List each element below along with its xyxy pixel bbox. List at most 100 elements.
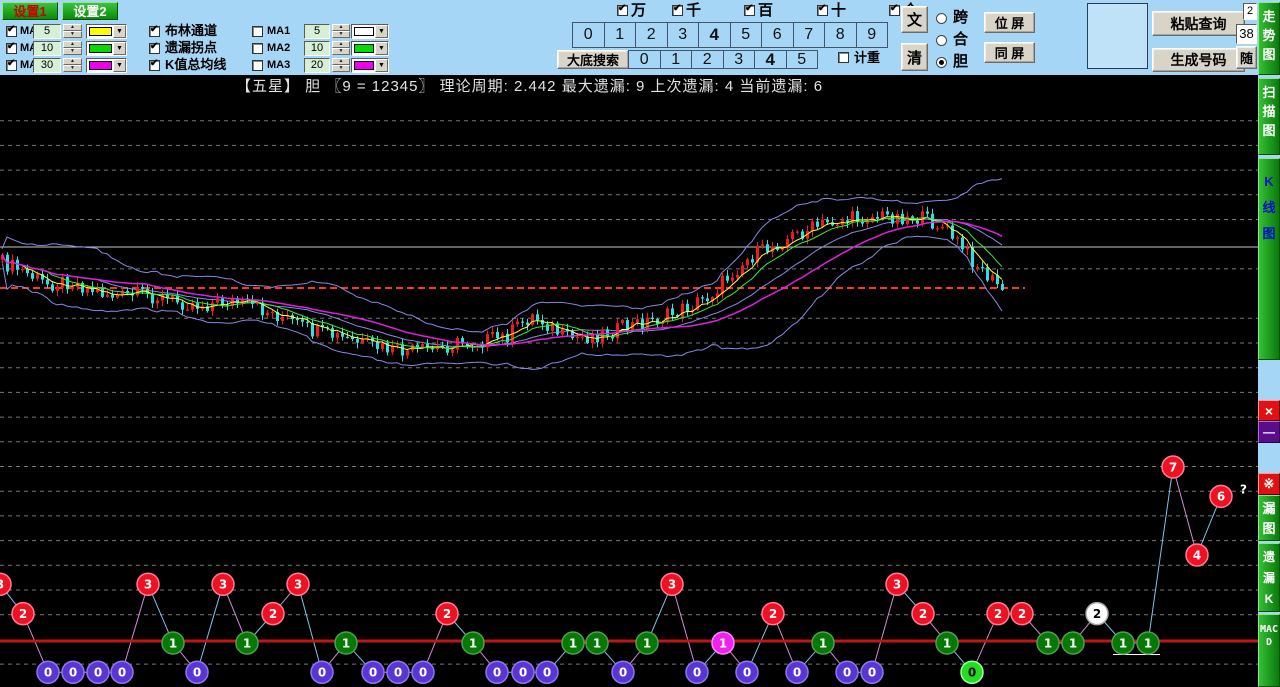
check-icon: ✔	[618, 3, 626, 14]
ma2set-ma1-spinner-up-icon[interactable]: ▲	[332, 24, 350, 31]
miss-point-value: 3	[0, 578, 4, 592]
ma1set-ma3-spinner-up-icon[interactable]: ▲	[63, 58, 82, 65]
position-screen-button[interactable]: 位 屏	[984, 12, 1035, 33]
digit-btn-1[interactable]: 1	[604, 22, 637, 48]
ma2set-ma2-spinner-down-icon[interactable]: ▼	[332, 48, 350, 55]
tab-macd[interactable]: MACD	[1258, 614, 1280, 687]
dropdown-arrow-icon[interactable]: ▼	[375, 59, 388, 72]
candle-body	[681, 304, 684, 317]
digit-pos-checkbox-2[interactable]: ✔	[744, 5, 755, 16]
ma2set-ma3-checkbox[interactable]	[252, 60, 263, 71]
paste-query-button[interactable]: 粘贴查询	[1152, 11, 1245, 36]
ma2set-ma3-value[interactable]: 20	[304, 58, 330, 73]
dropdown-arrow-icon[interactable]: ▼	[113, 25, 126, 38]
ma1set-ma1-spinner-down-icon[interactable]: ▼	[63, 31, 82, 38]
tab-settings1[interactable]: 设置1	[2, 2, 58, 20]
overlay-label-0: 布林通道	[165, 24, 217, 38]
ma2set-ma2-value[interactable]: 10	[304, 41, 330, 56]
tab-miss-k[interactable]: 遗漏K	[1258, 543, 1280, 612]
tab-settings2[interactable]: 设置2	[62, 2, 118, 20]
candle-body	[916, 221, 919, 224]
ma1set-ma1-spinner-up-icon[interactable]: ▲	[63, 24, 82, 31]
ma2set-ma1-color[interactable]: ▼	[351, 24, 389, 39]
ma2set-ma1-value[interactable]: 5	[304, 24, 330, 39]
overlay-checkbox-1[interactable]: ✔	[149, 43, 160, 54]
dropdown-arrow-icon[interactable]: ▼	[375, 25, 388, 38]
dropdown-arrow-icon[interactable]: ▼	[113, 42, 126, 55]
digit2-btn-2[interactable]: 2	[691, 50, 724, 69]
ma2set-ma3-color[interactable]: ▼	[351, 58, 389, 73]
candle-body	[821, 220, 824, 227]
digit-btn-9[interactable]: 9	[856, 22, 889, 48]
ma2set-ma3-spinner-down-icon[interactable]: ▼	[332, 65, 350, 72]
digit2-btn-1[interactable]: 1	[660, 50, 693, 69]
ma1set-ma3-spinner-down-icon[interactable]: ▼	[63, 65, 82, 72]
ma2set-ma1-spinner-down-icon[interactable]: ▼	[332, 31, 350, 38]
miss-segment	[672, 584, 697, 672]
ma1set-ma3-value[interactable]: 30	[33, 58, 61, 73]
tab-kline-chart[interactable]: K线图	[1258, 158, 1280, 360]
ma1set-ma2-value[interactable]: 10	[33, 41, 61, 56]
ma1set-ma2-checkbox[interactable]: ✔	[6, 43, 17, 54]
ma1set-ma1-checkbox[interactable]: ✔	[6, 26, 17, 37]
digit-btn-2[interactable]: 2	[635, 22, 668, 48]
ma2set-ma2-color[interactable]: ▼	[351, 41, 389, 56]
base-search-button[interactable]: 大底搜索	[557, 50, 629, 69]
close-icon[interactable]: ×	[1258, 400, 1280, 421]
ma1set-ma2-spinner-up-icon[interactable]: ▲	[63, 41, 82, 48]
candle-body	[271, 312, 274, 313]
minimize-icon[interactable]: —	[1258, 421, 1280, 443]
text-mode-button[interactable]: 文	[901, 6, 928, 33]
digit-pos-checkbox-0[interactable]: ✔	[617, 5, 628, 16]
digit-btn-0[interactable]: 0	[572, 22, 605, 48]
ma2set-ma1-checkbox[interactable]	[252, 26, 263, 37]
dropdown-arrow-icon[interactable]: ▼	[113, 59, 126, 72]
digit-btn-6[interactable]: 6	[761, 22, 794, 48]
candle-body	[491, 332, 494, 334]
candle-body	[411, 345, 414, 351]
generate-numbers-button[interactable]: 生成号码	[1152, 48, 1245, 72]
overlay-row: ✔K值总均线	[148, 58, 248, 73]
count-field[interactable]: 2	[1243, 3, 1257, 20]
tab-miss-map[interactable]: 漏图	[1258, 495, 1280, 541]
digit2-btn-3[interactable]: 3	[723, 50, 756, 69]
candle-body	[791, 232, 794, 239]
digit2-btn-4[interactable]: 4	[754, 50, 787, 69]
star-icon[interactable]: ※	[1258, 473, 1280, 495]
ma1set-ma1-value[interactable]: 5	[33, 24, 61, 39]
digit-btn-3[interactable]: 3	[667, 22, 700, 48]
candle-body	[826, 220, 829, 223]
random-button[interactable]: 随	[1236, 46, 1257, 69]
ma1set-ma3-color[interactable]: ▼	[86, 58, 127, 73]
period-field[interactable]: 38	[1236, 24, 1257, 44]
digit-pos-checkbox-1[interactable]: ✔	[672, 5, 683, 16]
digit2-btn-0[interactable]: 0	[628, 50, 661, 69]
digit-btn-7[interactable]: 7	[793, 22, 826, 48]
radio-0[interactable]	[936, 13, 947, 24]
digit2-btn-5[interactable]: 5	[786, 50, 819, 69]
ma2set-ma2-checkbox[interactable]	[252, 43, 263, 54]
candle-body	[181, 302, 184, 309]
clear-button[interactable]: 清	[901, 43, 928, 71]
ma1set-ma2-spinner-down-icon[interactable]: ▼	[63, 48, 82, 55]
radio-2[interactable]	[936, 57, 947, 68]
tab-scan-chart[interactable]: 扫描图	[1258, 78, 1280, 155]
ma1set-ma2-color[interactable]: ▼	[86, 41, 127, 56]
digit-btn-5[interactable]: 5	[730, 22, 763, 48]
overlay-checkbox-2[interactable]: ✔	[149, 60, 160, 71]
same-screen-button[interactable]: 同 屏	[984, 42, 1035, 63]
ma1set-ma1-color[interactable]: ▼	[86, 24, 127, 39]
ma2set-ma2-spinner-up-icon[interactable]: ▲	[332, 41, 350, 48]
weight-checkbox[interactable]	[838, 52, 849, 63]
miss-point-value: 1	[469, 636, 477, 650]
digit-pos-checkbox-4[interactable]: ✔	[889, 5, 900, 16]
ma1set-ma3-checkbox[interactable]: ✔	[6, 60, 17, 71]
radio-1[interactable]	[936, 35, 947, 46]
overlay-checkbox-0[interactable]: ✔	[149, 26, 160, 37]
tab-trend-chart[interactable]: 走势图	[1258, 2, 1280, 75]
ma2set-ma3-spinner-up-icon[interactable]: ▲	[332, 58, 350, 65]
digit-pos-checkbox-3[interactable]: ✔	[817, 5, 828, 16]
dropdown-arrow-icon[interactable]: ▼	[375, 42, 388, 55]
digit-btn-8[interactable]: 8	[824, 22, 857, 48]
digit-btn-4[interactable]: 4	[698, 22, 731, 48]
